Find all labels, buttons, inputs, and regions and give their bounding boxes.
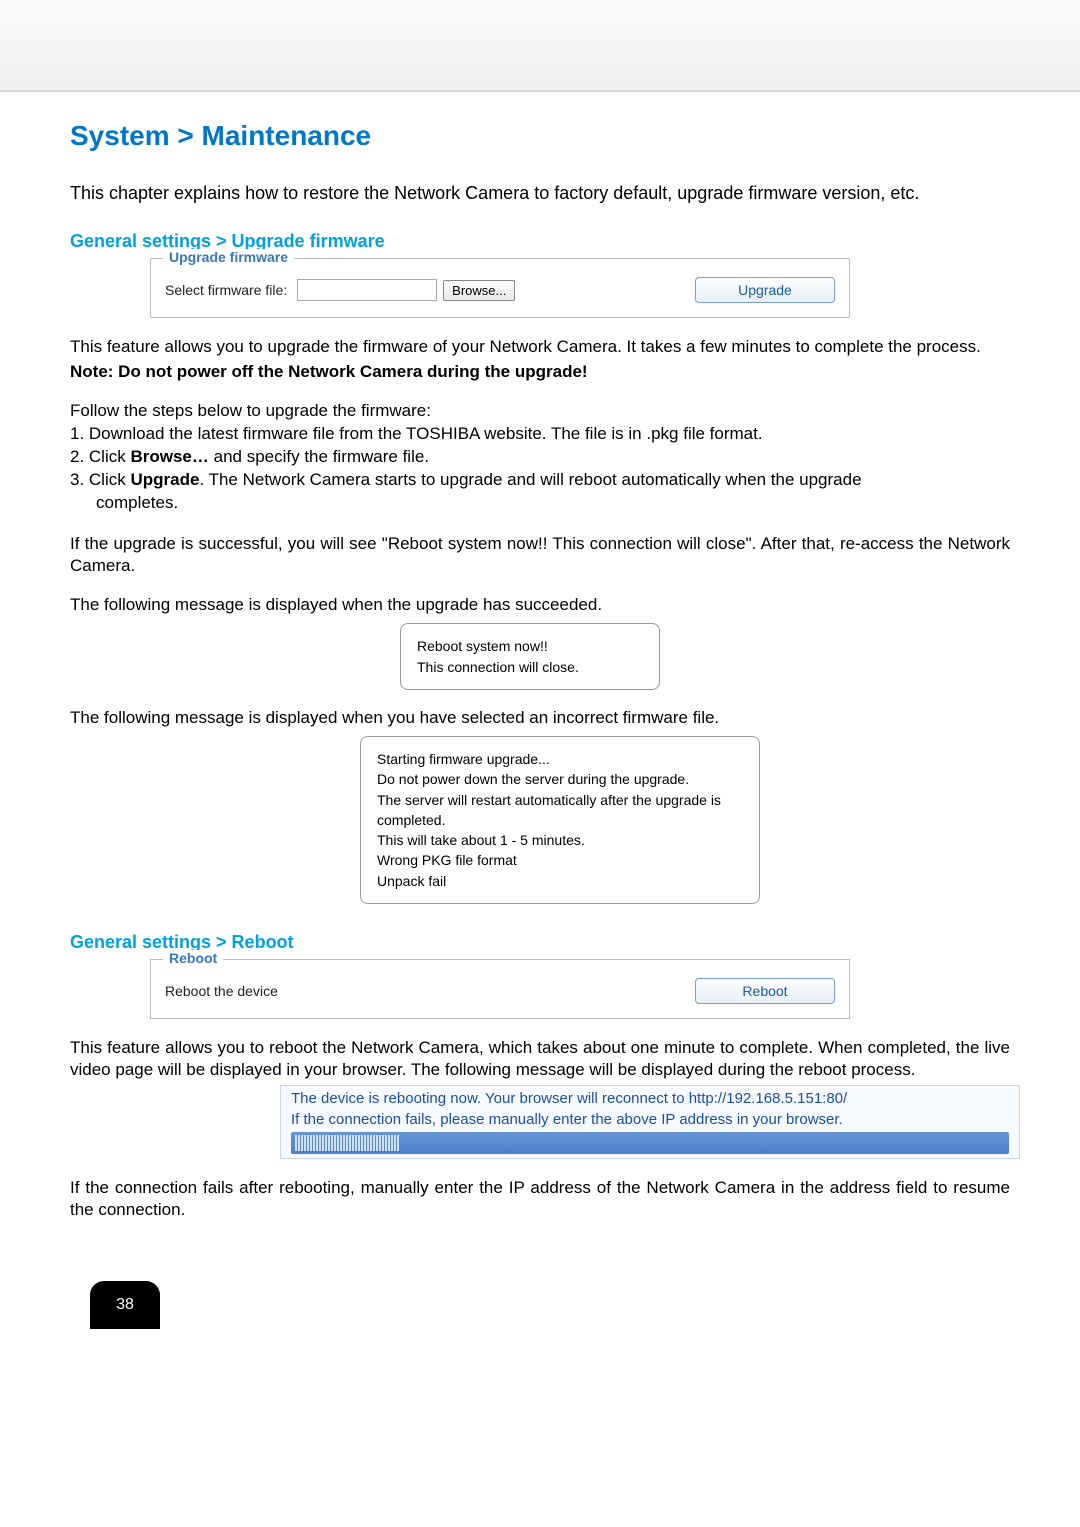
- page-title: System > Maintenance: [70, 120, 1010, 152]
- upgrade-fieldset-legend: Upgrade firmware: [163, 249, 294, 265]
- step-3: 3. Click Upgrade. The Network Camera sta…: [70, 469, 1010, 492]
- fail-line-2: Do not power down the server during the …: [377, 769, 743, 789]
- fail-line-4: This will take about 1 - 5 minutes.: [377, 830, 743, 850]
- reboot-button[interactable]: Reboot: [695, 978, 835, 1004]
- browse-button[interactable]: Browse...: [443, 280, 515, 301]
- page-number-badge: 38: [90, 1281, 160, 1329]
- reboot-fieldset: Reboot Reboot the device Reboot: [150, 959, 850, 1019]
- progress-stripes-icon: [295, 1135, 425, 1151]
- connection-fail-text: If the connection fails after rebooting,…: [70, 1177, 1010, 1221]
- reboot-fieldset-legend: Reboot: [163, 950, 223, 966]
- fail-line-3: The server will restart automatically af…: [377, 790, 743, 831]
- steps-intro: Follow the steps below to upgrade the fi…: [70, 400, 1010, 423]
- page-header-bar: [0, 0, 1080, 92]
- reboot-progress-bar: [291, 1132, 1009, 1154]
- success-message-box: Reboot system now!! This connection will…: [400, 623, 660, 690]
- upgrade-description: This feature allows you to upgrade the f…: [70, 336, 1010, 358]
- step-3-continued: completes.: [70, 492, 1010, 515]
- step-2: 2. Click Browse… and specify the firmwar…: [70, 446, 1010, 469]
- reboot-row: Reboot the device Reboot: [165, 978, 835, 1004]
- success-intro: The following message is displayed when …: [70, 595, 1010, 615]
- firmware-file-label: Select firmware file:: [165, 282, 287, 298]
- upgrade-button[interactable]: Upgrade: [695, 277, 835, 303]
- success-line-1: Reboot system now!!: [417, 636, 643, 656]
- fail-line-1: Starting firmware upgrade...: [377, 749, 743, 769]
- upgrade-steps: Follow the steps below to upgrade the fi…: [70, 400, 1010, 515]
- reboot-description: This feature allows you to reboot the Ne…: [70, 1037, 1010, 1081]
- reboot-msg-line-2: If the connection fails, please manually…: [291, 1111, 1009, 1128]
- firmware-file-input[interactable]: [297, 279, 437, 301]
- page-content: System > Maintenance This chapter explai…: [0, 92, 1080, 1369]
- reboot-msg-line-1: The device is rebooting now. Your browse…: [291, 1090, 1009, 1107]
- after-upgrade-text: If the upgrade is successful, you will s…: [70, 533, 1010, 577]
- success-line-2: This connection will close.: [417, 657, 643, 677]
- step-1: 1. Download the latest firmware file fro…: [70, 423, 1010, 446]
- fail-intro: The following message is displayed when …: [70, 708, 1010, 728]
- reboot-device-label: Reboot the device: [165, 983, 278, 999]
- upgrade-row: Select firmware file: Browse... Upgrade: [165, 277, 835, 303]
- fail-message-box: Starting firmware upgrade... Do not powe…: [360, 736, 760, 904]
- reboot-progress-panel: The device is rebooting now. Your browse…: [280, 1085, 1020, 1159]
- intro-paragraph: This chapter explains how to restore the…: [70, 182, 1010, 205]
- upgrade-firmware-fieldset: Upgrade firmware Select firmware file: B…: [150, 258, 850, 318]
- fail-line-5: Wrong PKG file format: [377, 850, 743, 870]
- upgrade-warning-note: Note: Do not power off the Network Camer…: [70, 362, 1010, 382]
- fail-line-6: Unpack fail: [377, 871, 743, 891]
